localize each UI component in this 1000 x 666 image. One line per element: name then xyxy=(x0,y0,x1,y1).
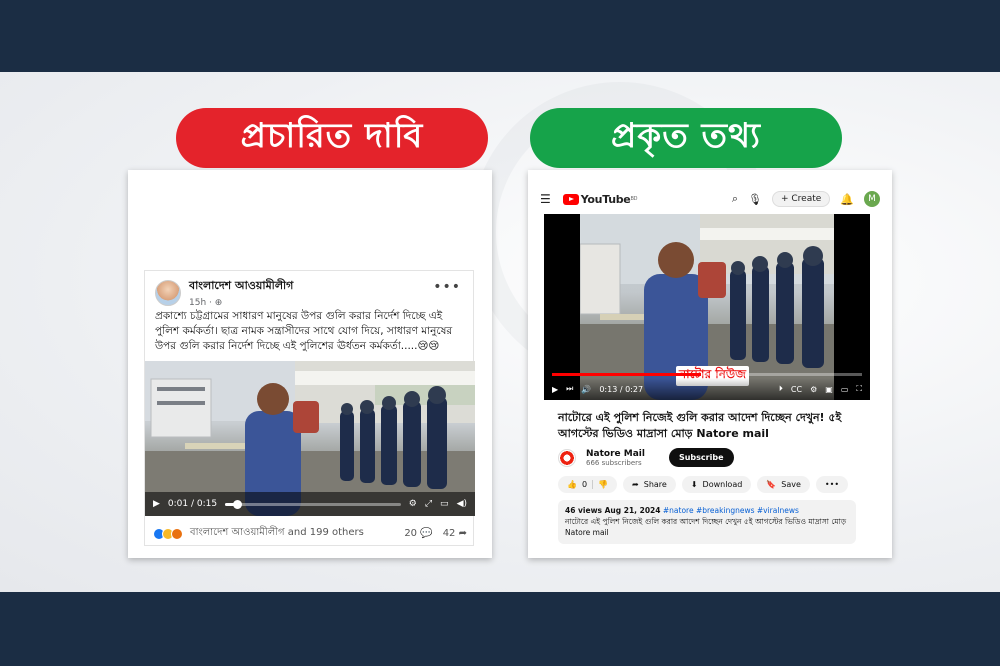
post-header: বাংলাদেশ আওয়ামীলীগ 15h · ⊕ xyxy=(155,277,293,308)
post-time-text: 15h · xyxy=(189,298,215,308)
fullscreen-icon[interactable]: ⤢ xyxy=(425,499,432,509)
engagement-counts: 20 💬 42 ➦ xyxy=(404,528,467,539)
save-label: Save xyxy=(781,480,801,489)
download-icon: ⬇ xyxy=(690,480,698,489)
channel-avatar[interactable] xyxy=(558,448,576,467)
menu-icon[interactable]: ☰ xyxy=(540,192,551,206)
shares-count[interactable]: 42 ➦ xyxy=(443,528,467,539)
comments-count-value: 20 xyxy=(404,528,418,539)
next-icon[interactable]: ⏭ xyxy=(566,384,573,394)
settings-icon[interactable]: ⚙ xyxy=(810,385,817,394)
post-footer: বাংলাদেশ আওয়ামীলীগ and 199 others 20 💬 … xyxy=(153,525,467,542)
bottom-band xyxy=(0,592,1000,666)
video-description[interactable]: 46 views Aug 21, 2024 #natore #breakingn… xyxy=(558,500,856,544)
more-icon: ••• xyxy=(824,480,840,489)
bell-icon[interactable]: 🔔 xyxy=(840,193,854,206)
hashtags[interactable]: #natore #breakingnews #viralnews xyxy=(663,506,799,515)
fact-card: ☰ YouTube BD ⌕ 🎙 + Create 🔔 M নাটোর নিউজ… xyxy=(528,170,892,558)
share-icon: ➦ xyxy=(632,480,639,489)
youtube-logo[interactable]: YouTube BD xyxy=(562,192,638,206)
claim-banner: প্রচারিত দাবি xyxy=(176,108,488,168)
video-progress[interactable] xyxy=(225,499,401,509)
facebook-post: বাংলাদেশ আওয়ামীলীগ 15h · ⊕ ••• প্রকাশ্য… xyxy=(144,270,475,546)
topbar-actions: ⌕ 🎙 + Create 🔔 M xyxy=(732,191,880,207)
video-controls: ▶ ⏭ 🔊 0:13 / 0:27 ⏵ CC ⚙ ▣ ▭ ⛶ xyxy=(544,378,870,400)
save-button[interactable]: 🔖 Save xyxy=(757,476,810,493)
theater-icon[interactable]: ▭ xyxy=(841,385,849,394)
video-controls: ▶ 0:01 / 0:15 ⚙ ⤢ ▭ ◀) xyxy=(145,492,475,516)
comment-icon: 💬 xyxy=(420,528,433,539)
video-scrubber[interactable] xyxy=(232,499,242,509)
post-video[interactable]: ▶ 0:01 / 0:15 ⚙ ⤢ ▭ ◀) xyxy=(145,361,475,516)
fact-banner: প্রকৃত তথ্য xyxy=(530,108,842,168)
thumbs-down-icon[interactable]: 👎 xyxy=(592,480,608,489)
mic-icon[interactable]: 🎙 xyxy=(748,193,762,206)
comments-count[interactable]: 20 💬 xyxy=(404,528,432,539)
video-progress-fill xyxy=(552,373,701,376)
youtube-topbar: ☰ YouTube BD ⌕ 🎙 + Create 🔔 M xyxy=(540,188,880,210)
video-title: নাটোরে এই পুলিশ নিজেই গুলি করার আদেশ দিচ… xyxy=(558,411,842,440)
youtube-video[interactable]: নাটোর নিউজ ▶ ⏭ 🔊 0:13 / 0:27 ⏵ CC ⚙ ▣ ▭ … xyxy=(544,214,870,400)
create-button[interactable]: + Create xyxy=(771,191,831,207)
share-icon: ➦ xyxy=(458,528,467,539)
more-icon[interactable]: ••• xyxy=(433,279,461,295)
post-time: 15h · ⊕ xyxy=(189,298,293,308)
claim-card: বাংলাদেশ আওয়ামীলীগ 15h · ⊕ ••• প্রকাশ্য… xyxy=(128,170,492,558)
action-buttons: 👍 0 👎 ➦ Share ⬇ Download 🔖 Save ••• xyxy=(558,476,849,493)
channel-name[interactable]: Natore Mail xyxy=(586,449,645,459)
angry-reaction-icon xyxy=(171,527,183,540)
download-button[interactable]: ⬇ Download xyxy=(681,476,752,493)
download-label: Download xyxy=(702,480,743,489)
description-text: নাটোরে এই পুলিশ নিজেই গুলি করার আদেশ দিচ… xyxy=(565,517,847,537)
more-actions-button[interactable]: ••• xyxy=(815,476,849,493)
page-avatar[interactable] xyxy=(155,279,181,306)
shares-count-value: 42 xyxy=(442,528,456,539)
create-label: Create xyxy=(791,194,822,204)
share-button[interactable]: ➦ Share xyxy=(623,476,676,493)
miniplayer-icon[interactable]: ▣ xyxy=(825,385,833,394)
page-name[interactable]: বাংলাদেশ আওয়ামীলীগ xyxy=(189,277,293,296)
fullscreen-icon[interactable]: ⛶ xyxy=(856,384,862,394)
youtube-play-icon xyxy=(562,193,579,205)
volume-icon[interactable]: 🔊 xyxy=(581,385,591,394)
thumbs-up-icon: 👍 xyxy=(567,480,577,489)
play-icon[interactable]: ▶ xyxy=(552,385,558,394)
like-count: 0 xyxy=(581,480,588,489)
youtube-country-code: BD xyxy=(630,196,638,202)
share-label: Share xyxy=(643,480,667,489)
settings-icon[interactable]: ⚙ xyxy=(409,499,417,509)
play-icon[interactable]: ▶ xyxy=(153,499,160,509)
reactions-text[interactable]: বাংলাদেশ আওয়ামীলীগ and 199 others xyxy=(190,525,364,542)
pip-icon[interactable]: ▭ xyxy=(440,499,449,509)
bookmark-icon: 🔖 xyxy=(766,480,777,489)
video-time: 0:13 / 0:27 xyxy=(599,384,644,394)
globe-icon: ⊕ xyxy=(214,298,223,308)
account-avatar[interactable]: M xyxy=(864,191,880,207)
views-date: 46 views Aug 21, 2024 xyxy=(565,506,661,515)
like-button[interactable]: 👍 0 👎 xyxy=(558,476,618,493)
reactions-icons[interactable] xyxy=(153,527,183,540)
youtube-logo-text: YouTube xyxy=(580,192,631,206)
volume-icon[interactable]: ◀) xyxy=(457,499,467,509)
autoplay-icon[interactable]: ⏵ xyxy=(779,384,783,394)
captions-icon[interactable]: CC xyxy=(791,385,802,394)
channel-row: Natore Mail 666 subscribers Subscribe xyxy=(558,448,734,467)
video-progress[interactable] xyxy=(552,373,862,376)
subscribe-button[interactable]: Subscribe xyxy=(668,448,734,467)
subscriber-count: 666 subscribers xyxy=(586,458,642,467)
search-icon[interactable]: ⌕ xyxy=(732,192,738,206)
post-text: প্রকাশ্যে চট্টগ্রামের সাধারণ মানুষের উপর… xyxy=(155,310,453,352)
top-band xyxy=(0,0,1000,72)
video-time: 0:01 / 0:15 xyxy=(167,499,218,509)
